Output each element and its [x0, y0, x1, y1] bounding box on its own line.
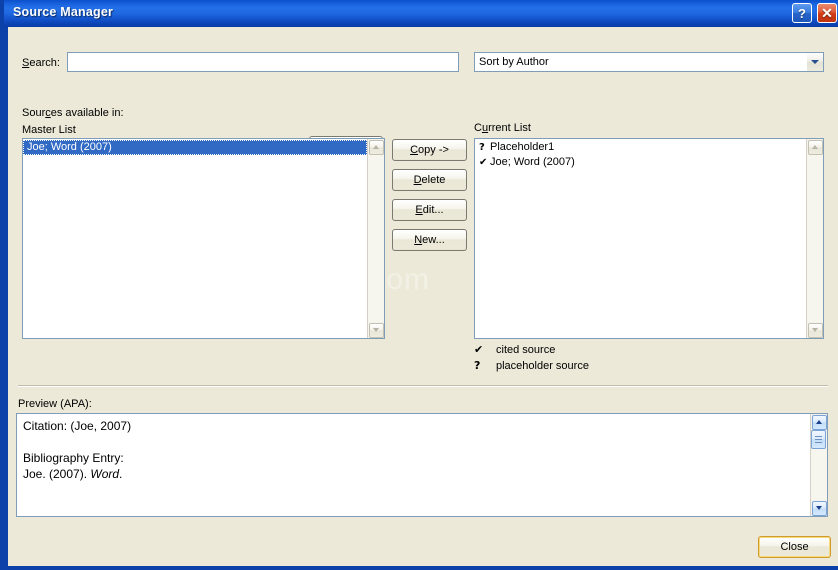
current-list-items: ? Placeholder1 ✔ Joe; Word (2007) [475, 139, 806, 170]
preview-bibliography-entry: Joe. (2007). Word. [23, 466, 803, 482]
scroll-up-icon[interactable] [811, 414, 827, 430]
current-heading-pre: C [474, 122, 482, 134]
check-icon: ✔ [479, 157, 488, 168]
list-item[interactable]: Joe; Word (2007) [23, 140, 367, 155]
help-glyph: ? [798, 5, 806, 21]
legend-placeholder-label: placeholder source [496, 360, 589, 372]
preview-content: Citation: (Joe, 2007) Bibliography Entry… [17, 414, 809, 516]
source-manager-dialog: Source Manager ? ✕ www. .com Search: Sor… [0, 0, 838, 570]
scroll-down-icon[interactable] [368, 322, 384, 338]
placeholder-icon: ? [474, 359, 481, 372]
legend-cited-source: ✔ cited source [474, 343, 555, 356]
master-list-scrollbar[interactable] [367, 139, 384, 338]
current-list-scroll-track[interactable] [807, 155, 823, 322]
window-title: Source Manager [13, 5, 114, 19]
close-icon[interactable]: ✕ [817, 3, 837, 23]
edit-button-label: Edit... [415, 204, 444, 216]
close-button-label: Close [780, 541, 809, 553]
preview-label: Preview (APA): [18, 398, 92, 410]
copy-button[interactable]: Copy -> [392, 139, 467, 161]
master-list-heading-line1: Sources available in: [22, 107, 124, 119]
chevron-down-icon[interactable] [806, 53, 823, 71]
placeholder-icon: ? [479, 142, 485, 153]
sort-dropdown-value: Sort by Author [479, 56, 549, 68]
current-list[interactable]: ? Placeholder1 ✔ Joe; Word (2007) [474, 138, 824, 339]
scroll-down-icon[interactable] [807, 322, 823, 338]
sort-dropdown[interactable]: Sort by Author [474, 52, 824, 72]
list-item-label: Placeholder1 [490, 141, 555, 153]
bib-title: Word [90, 467, 120, 481]
bib-suffix: . [119, 467, 123, 481]
scroll-up-icon[interactable] [807, 139, 823, 155]
master-list[interactable]: Joe; Word (2007) [22, 138, 385, 339]
new-button-label: New... [414, 234, 445, 246]
preview-spacer [23, 434, 803, 450]
close-button[interactable]: Close [758, 536, 831, 558]
scroll-down-icon[interactable] [811, 500, 827, 516]
search-label-rest: earch: [29, 57, 60, 69]
preview-pane[interactable]: Citation: (Joe, 2007) Bibliography Entry… [16, 413, 828, 517]
check-icon: ✔ [474, 343, 484, 356]
edit-button[interactable]: Edit... [392, 199, 467, 221]
list-item-label: Joe; Word (2007) [490, 156, 575, 168]
preview-citation: Citation: (Joe, 2007) [23, 419, 132, 433]
copy-button-label: Copy -> [410, 144, 449, 156]
bib-prefix: Joe. (2007). [23, 467, 91, 481]
delete-button-label: Delete [413, 174, 446, 186]
search-label: Search: [22, 57, 60, 69]
help-icon[interactable]: ? [792, 3, 812, 23]
master-heading-post: es available in: [50, 107, 124, 119]
preview-scrollbar[interactable] [810, 414, 827, 516]
master-list-items: Joe; Word (2007) [23, 139, 367, 155]
list-item[interactable]: ✔ Joe; Word (2007) [475, 155, 806, 170]
current-list-heading: Current List [474, 122, 531, 134]
horizontal-divider [18, 385, 828, 387]
legend-placeholder-source: ? placeholder source [474, 359, 589, 372]
list-item[interactable]: ? Placeholder1 [475, 140, 806, 155]
preview-scroll-track[interactable] [811, 430, 827, 500]
current-heading-post: rrent List [488, 122, 531, 134]
search-input[interactable] [67, 52, 459, 72]
master-list-scroll-track[interactable] [368, 155, 384, 322]
current-list-scrollbar[interactable] [806, 139, 823, 338]
master-heading-pre: Sour [22, 107, 46, 119]
legend-cited-label: cited source [496, 344, 556, 356]
preview-scroll-thumb[interactable] [811, 430, 826, 449]
preview-bibliography-label: Bibliography Entry: [23, 451, 124, 465]
list-item-label: Joe; Word (2007) [27, 141, 112, 153]
dialog-body: www. .com Search: Sort by Author Sources… [8, 27, 838, 566]
master-list-heading-line2: Master List [22, 124, 76, 136]
delete-button[interactable]: Delete [392, 169, 467, 191]
close-glyph: ✕ [821, 4, 833, 21]
title-bar[interactable]: Source Manager ? ✕ [4, 0, 838, 27]
scroll-up-icon[interactable] [368, 139, 384, 155]
new-button[interactable]: New... [392, 229, 467, 251]
